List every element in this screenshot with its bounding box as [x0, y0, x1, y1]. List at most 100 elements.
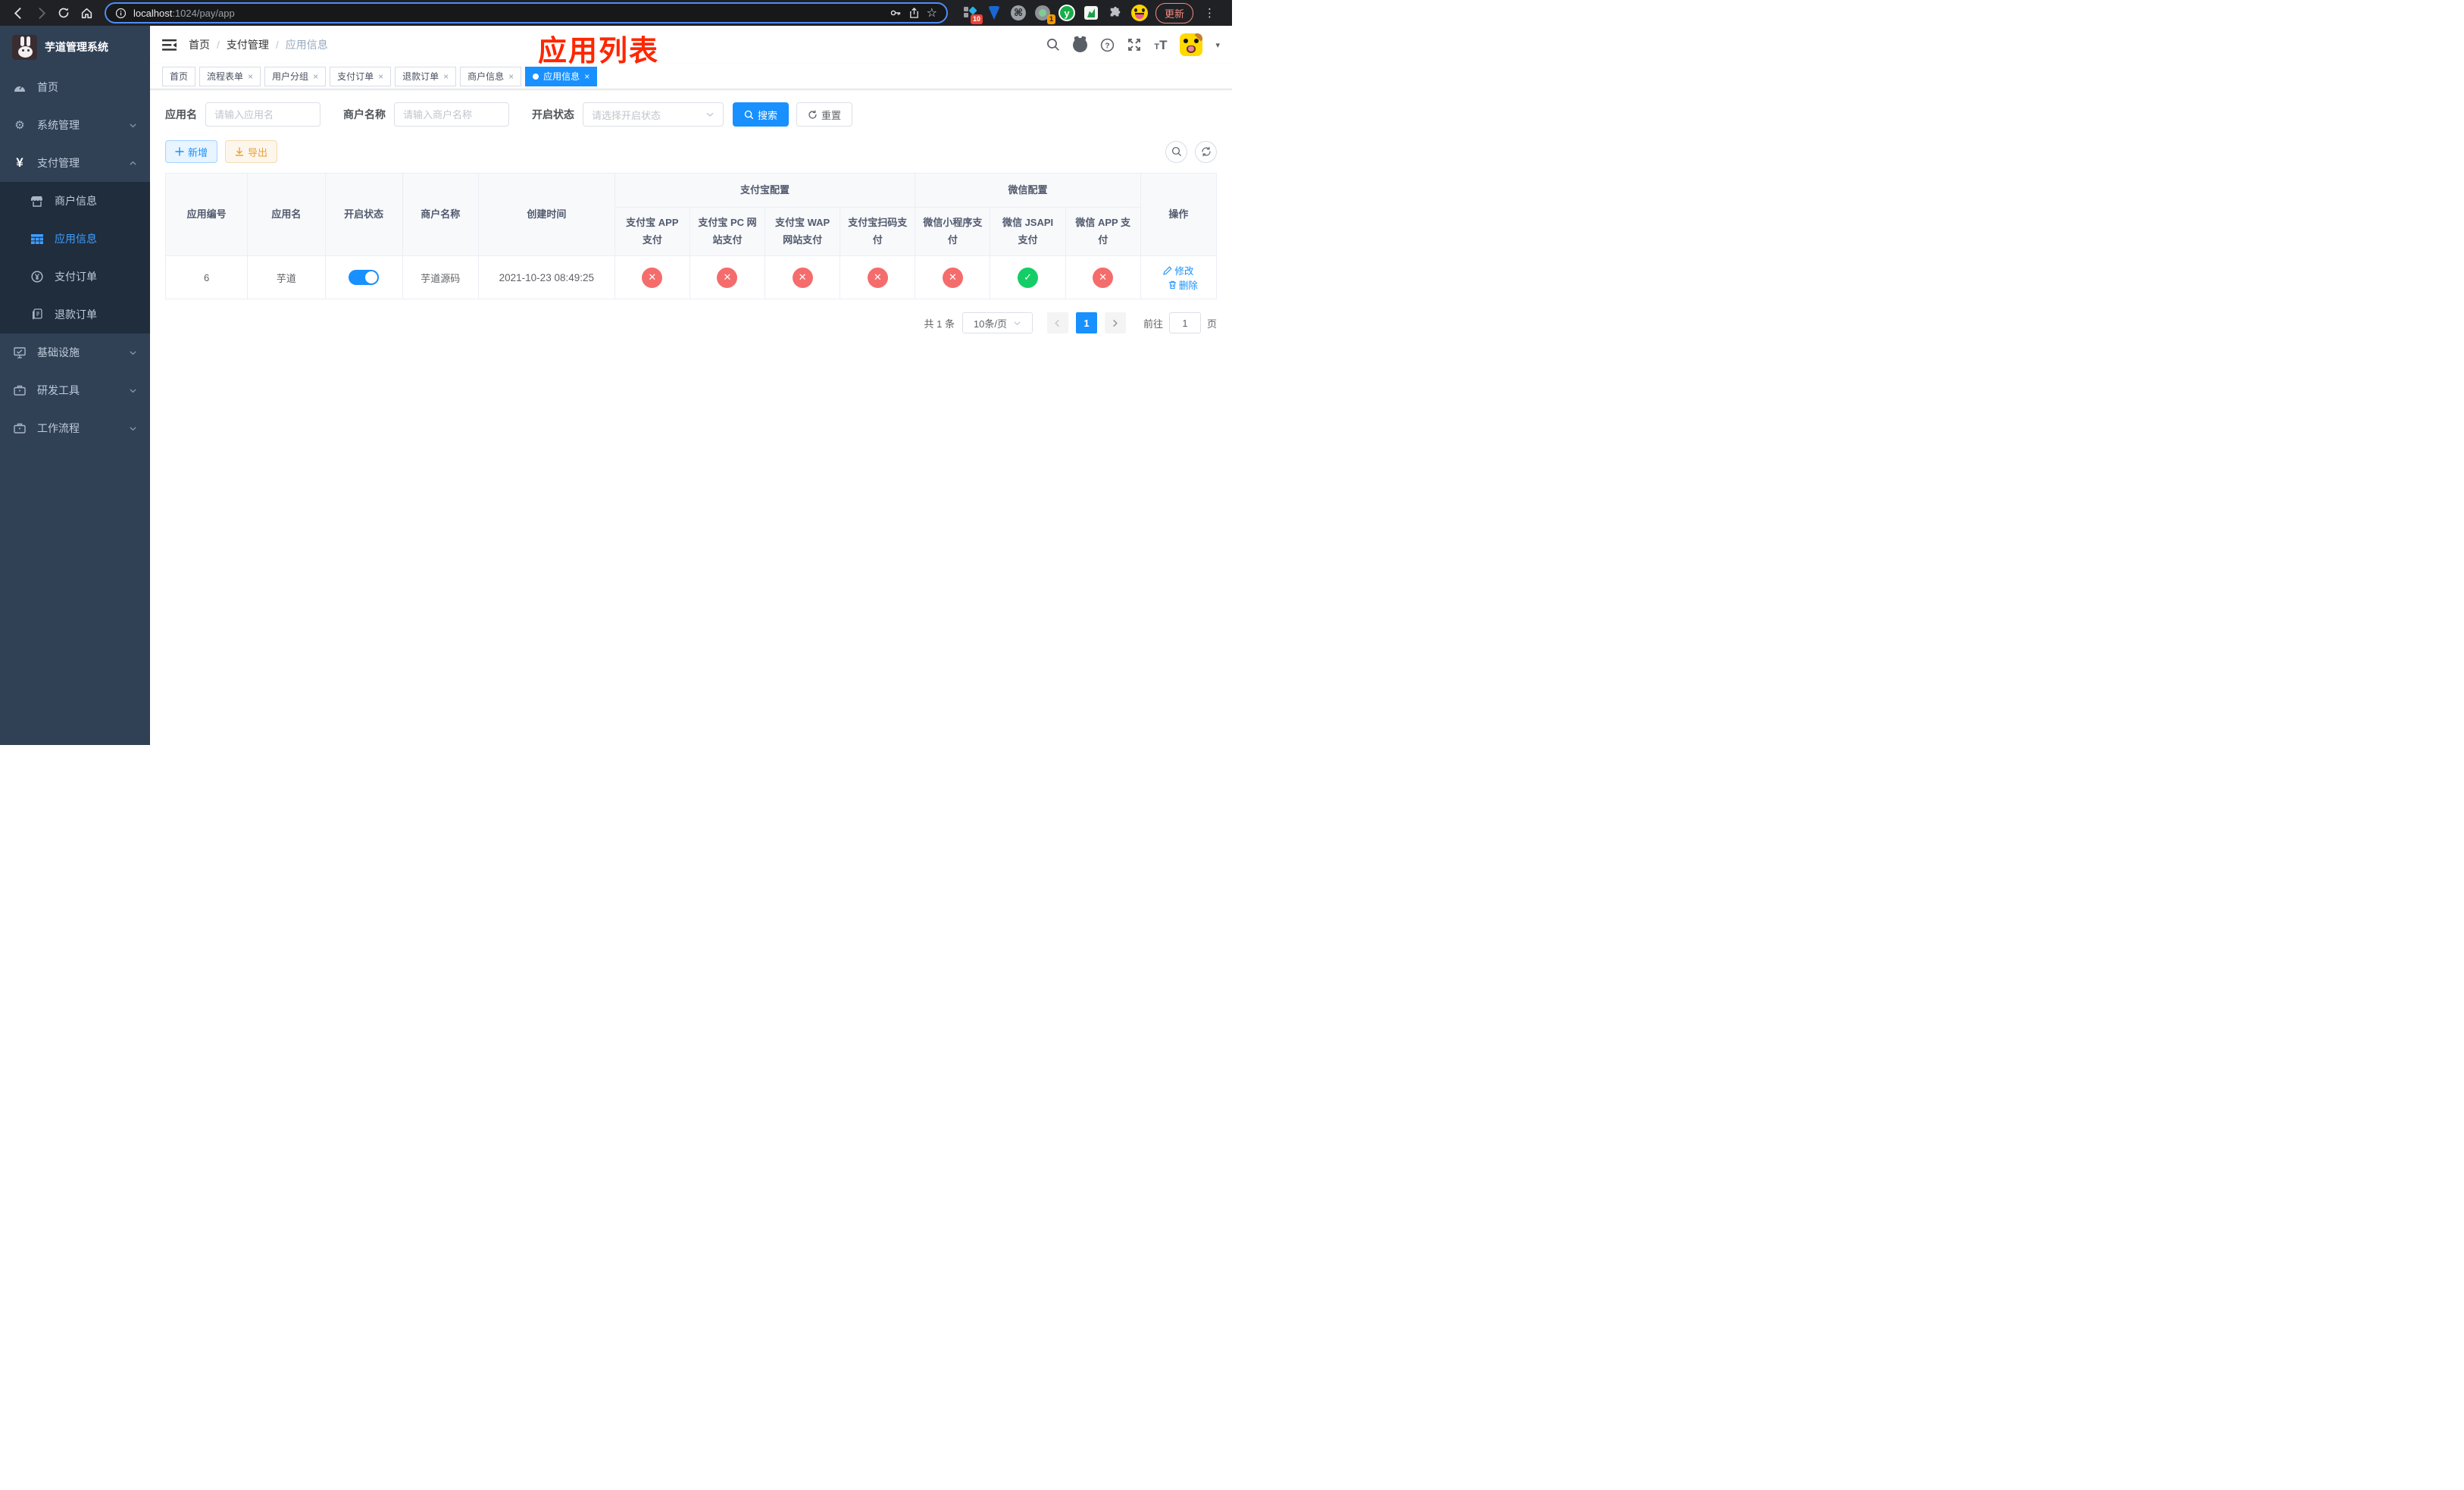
add-button[interactable]: 新增	[165, 140, 218, 163]
svg-text:?: ?	[1105, 42, 1110, 50]
page-size-select[interactable]: 10条/页	[962, 312, 1033, 333]
breadcrumb-payment[interactable]: 支付管理	[227, 37, 269, 52]
chevron-down-icon	[129, 349, 137, 357]
export-button[interactable]: 导出	[225, 140, 278, 163]
emoji-extension-icon[interactable]	[1130, 5, 1148, 21]
merchant-name-label: 商户名称	[343, 108, 386, 121]
command-extension-icon[interactable]: ⌘	[1010, 5, 1027, 21]
tab-home[interactable]: 首页	[162, 66, 196, 86]
url-bar[interactable]: localhost:1024/pay/app ☆	[105, 2, 948, 23]
extensions-puzzle-icon[interactable]	[1107, 5, 1124, 21]
github-icon[interactable]	[1073, 37, 1088, 52]
share-icon[interactable]	[908, 7, 920, 19]
sidebar-item-merchant-info[interactable]: 商户信息	[0, 182, 150, 220]
merchant-name-input[interactable]	[394, 102, 509, 127]
password-key-icon[interactable]	[890, 7, 902, 19]
sidebar-item-home[interactable]: 首页	[0, 68, 150, 106]
sidebar-item-workflow[interactable]: 工作流程	[0, 409, 150, 447]
tags-view: 首页 流程表单 × 用户分组 × 支付订单 × 退款订单 × 商户信息 × 应用信息 ×	[150, 64, 1232, 89]
goto-page: 前往 页	[1143, 312, 1217, 333]
sidebar-item-infra[interactable]: 基础设施	[0, 333, 150, 371]
cell-alipay-pc: ✕	[689, 255, 766, 299]
url-text[interactable]: localhost:1024/pay/app	[133, 8, 235, 19]
sidebar-item-payment[interactable]: ¥ 支付管理	[0, 144, 150, 182]
app-name-input[interactable]	[205, 102, 321, 127]
close-icon[interactable]: ×	[248, 72, 253, 81]
col-alipay-pc: 支付宝 PC 网站支付	[689, 207, 766, 256]
col-status: 开启状态	[324, 173, 403, 256]
col-app-id: 应用编号	[164, 173, 249, 256]
cell-app-id: 6	[164, 255, 249, 299]
edit-link[interactable]: 修改	[1163, 263, 1193, 277]
goto-page-input[interactable]	[1168, 312, 1201, 333]
extension-strip: 10 ⌘ 1 y 更新 ⋮	[955, 2, 1224, 24]
cell-app-name: 芋道	[247, 255, 326, 299]
tab-refund-orders[interactable]: 退款订单 ×	[395, 66, 457, 86]
status-cross-icon: ✕	[792, 267, 813, 288]
refresh-button[interactable]	[1195, 140, 1217, 163]
cell-operations: 修改 删除	[1140, 255, 1218, 299]
cell-alipay-app: ✕	[614, 255, 690, 299]
page-number-1[interactable]: 1	[1075, 312, 1097, 333]
chevron-up-icon	[129, 159, 137, 167]
url-path: :1024/pay/app	[172, 7, 235, 19]
close-icon[interactable]: ×	[508, 72, 514, 81]
browser-menu-icon[interactable]: ⋮	[1201, 6, 1218, 20]
sidebar-item-pay-orders[interactable]: 支付订单	[0, 258, 150, 296]
active-dot	[533, 73, 539, 80]
status-select[interactable]: 请选择开启状态	[583, 102, 724, 127]
search-icon[interactable]	[1046, 38, 1060, 52]
collapse-sidebar-icon[interactable]	[162, 39, 177, 52]
red-annotation: 应用列表	[538, 36, 660, 67]
sidebar-item-devtools[interactable]: 研发工具	[0, 371, 150, 409]
tab-merchant-info[interactable]: 商户信息 ×	[460, 66, 522, 86]
sidebar-item-refund-orders[interactable]: 退款订单	[0, 296, 150, 333]
browser-forward-icon[interactable]	[30, 2, 52, 23]
browser-reload-icon[interactable]	[53, 2, 74, 23]
sidebar-item-app-info[interactable]: 应用信息	[0, 220, 150, 258]
grammar-extension-icon[interactable]	[1083, 5, 1099, 21]
tab-app-info[interactable]: 应用信息 ×	[525, 66, 598, 86]
tiles-extension-icon[interactable]: 10	[962, 5, 983, 24]
table-row: 6 芋道 芋道源码 2021-10-23 08:49:25 ✕ ✕ ✕ ✕ ✕ …	[164, 255, 1218, 299]
font-size-icon[interactable]: TT	[1154, 39, 1167, 52]
app-table: 应用编号 应用名 开启状态 商户名称 创建时间 支付宝配置 微信配置 操作 支付…	[164, 173, 1218, 299]
bookmark-star-icon[interactable]: ☆	[927, 5, 937, 20]
prev-page-button[interactable]	[1046, 312, 1068, 333]
total-count: 共 1 条	[924, 318, 955, 330]
cell-merchant: 芋道源码	[402, 255, 479, 299]
next-page-button[interactable]	[1104, 312, 1126, 333]
kite-extension-icon[interactable]	[986, 5, 1002, 21]
col-wechat-app: 微信 APP 支付	[1065, 207, 1141, 256]
tab-pay-orders[interactable]: 支付订单 ×	[330, 66, 392, 86]
cell-created: 2021-10-23 08:49:25	[477, 255, 615, 299]
avatar-caret-icon[interactable]: ▾	[1215, 40, 1220, 50]
main-area: 应用列表 首页 / 支付管理 / 应用信息 ? T T ▾ 首页 流程表单 × …	[150, 26, 1232, 745]
breadcrumb-app-info: 应用信息	[285, 39, 328, 51]
fullscreen-icon[interactable]	[1127, 38, 1141, 52]
browser-home-icon[interactable]	[76, 2, 97, 23]
tab-process-form[interactable]: 流程表单 ×	[199, 66, 261, 86]
search-button[interactable]: 搜索	[733, 102, 790, 127]
yen-circle-icon	[30, 271, 44, 283]
breadcrumb-home[interactable]: 首页	[189, 37, 210, 52]
browser-update-button[interactable]: 更新	[1155, 2, 1193, 23]
y-extension-icon[interactable]: y	[1058, 5, 1075, 21]
close-icon[interactable]: ×	[378, 72, 383, 81]
col-created: 创建时间	[477, 173, 615, 256]
close-icon[interactable]: ×	[313, 72, 318, 81]
app-title: 芋道管理系统	[45, 41, 108, 53]
tab-user-group[interactable]: 用户分组 ×	[264, 66, 327, 86]
status-toggle[interactable]	[349, 270, 380, 285]
site-info-icon[interactable]	[115, 8, 127, 19]
browser-back-icon[interactable]	[8, 2, 29, 23]
help-icon[interactable]: ?	[1100, 38, 1115, 52]
toggle-search-button[interactable]	[1165, 140, 1187, 163]
close-icon[interactable]: ×	[584, 72, 589, 81]
delete-link[interactable]: 删除	[1168, 277, 1198, 292]
sidebar-item-system[interactable]: ⚙ 系统管理	[0, 106, 150, 144]
reset-button[interactable]: 重置	[796, 102, 853, 127]
camera-extension-icon[interactable]: 1	[1034, 5, 1055, 24]
close-icon[interactable]: ×	[443, 72, 449, 81]
user-avatar[interactable]	[1180, 33, 1203, 56]
